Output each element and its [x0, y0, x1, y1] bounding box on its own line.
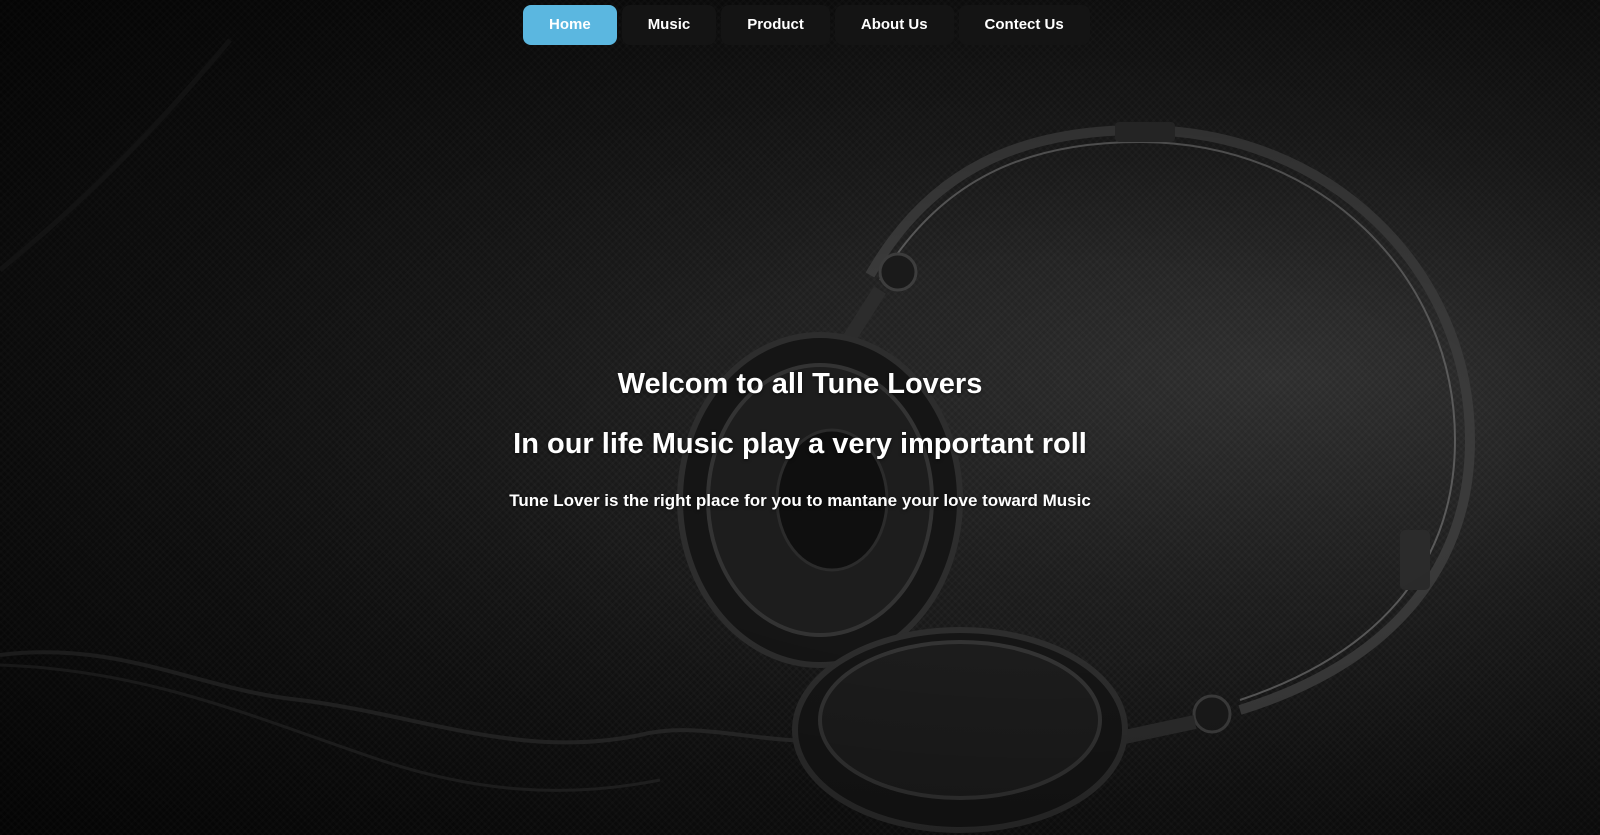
- hero-headline: In our life Music play a very important …: [513, 428, 1087, 460]
- nav-home[interactable]: Home: [523, 5, 617, 45]
- nav-music[interactable]: Music: [621, 5, 717, 45]
- hero-welcome-heading: Welcom to all Tune Lovers: [617, 368, 983, 400]
- hero-tagline: Tune Lover is the right place for you to…: [509, 491, 1091, 510]
- nav-contact-us[interactable]: Contect Us: [958, 5, 1090, 45]
- background-vignette: [0, 0, 1600, 835]
- nav-about-us[interactable]: About Us: [834, 5, 954, 45]
- nav-product[interactable]: Product: [721, 5, 830, 45]
- hero-page: Home Music Product About Us Contect Us W…: [0, 0, 1600, 835]
- main-nav: Home Music Product About Us Contect Us: [523, 5, 1090, 45]
